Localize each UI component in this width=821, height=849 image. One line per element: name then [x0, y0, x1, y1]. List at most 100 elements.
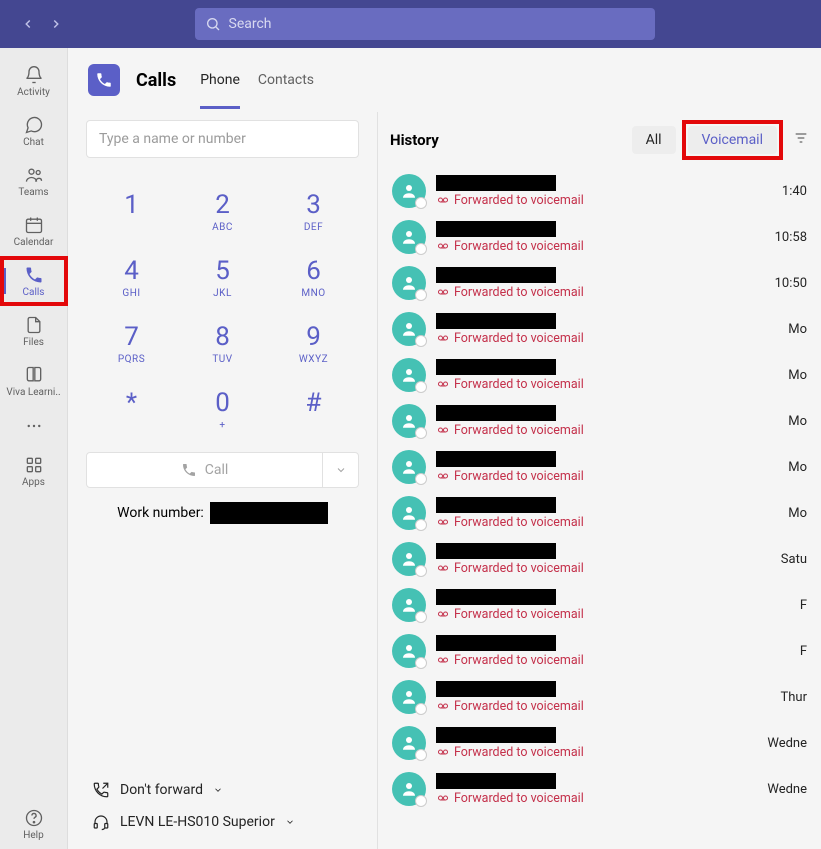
- page-title: Calls: [136, 70, 176, 91]
- call-time: 1:40: [782, 184, 807, 199]
- device-setting[interactable]: LEVN LE-HS010 Superior: [92, 813, 353, 831]
- call-dropdown[interactable]: [323, 452, 359, 488]
- dialpad-letters: [86, 420, 177, 432]
- search-input[interactable]: Search: [195, 8, 655, 40]
- work-number-redacted: [210, 502, 328, 524]
- nav-back-button[interactable]: [16, 12, 40, 36]
- filter-all[interactable]: All: [632, 126, 676, 154]
- dialpad-key-1[interactable]: 1: [86, 180, 177, 246]
- dialpad-key-4[interactable]: 4GHI: [86, 246, 177, 312]
- history-row[interactable]: Forwarded to voicemailThur: [390, 674, 821, 720]
- calls-app-icon: [88, 64, 120, 96]
- rail-label: Calendar: [14, 237, 54, 248]
- forward-status: Forwarded to voicemail: [436, 653, 800, 668]
- filter-button[interactable]: [793, 130, 809, 150]
- rail-chat[interactable]: Chat: [0, 106, 68, 156]
- voicemail-icon: [436, 562, 450, 574]
- history-row[interactable]: Forwarded to voicemailMo: [390, 398, 821, 444]
- call-time: Mo: [788, 506, 807, 521]
- dialpad-key-*[interactable]: *: [86, 378, 177, 444]
- history-title: History: [390, 131, 439, 149]
- tab-contacts[interactable]: Contacts: [258, 52, 314, 109]
- rail-apps[interactable]: Apps: [0, 446, 68, 496]
- history-row[interactable]: Forwarded to voicemail1:40: [390, 168, 821, 214]
- avatar: [392, 404, 426, 438]
- work-number-label: Work number:: [117, 505, 204, 521]
- rail-viva[interactable]: Viva Learni..: [0, 356, 68, 406]
- forward-status: Forwarded to voicemail: [436, 423, 788, 438]
- tab-phone[interactable]: Phone: [200, 52, 240, 109]
- rail-files[interactable]: Files: [0, 306, 68, 356]
- call-button[interactable]: Call: [86, 452, 323, 488]
- rail-calls[interactable]: Calls: [0, 256, 68, 306]
- voicemail-icon: [436, 378, 450, 390]
- dialpad-key-3[interactable]: 3DEF: [268, 180, 359, 246]
- voicemail-icon: [436, 654, 450, 666]
- filter-icon: [793, 130, 809, 146]
- dialpad-digit: 5: [177, 256, 268, 286]
- rail-help-label: Help: [23, 830, 43, 841]
- dialpad-digit: 4: [86, 256, 177, 286]
- presence-indicator: [415, 381, 427, 393]
- dialpad-letters: MNO: [268, 288, 359, 300]
- rail-label: Teams: [18, 187, 48, 198]
- dial-input[interactable]: Type a name or number: [86, 120, 359, 158]
- history-row[interactable]: Forwarded to voicemailMo: [390, 444, 821, 490]
- presence-indicator: [415, 243, 427, 255]
- dialpad-key-7[interactable]: 7PQRS: [86, 312, 177, 378]
- dialpad-key-9[interactable]: 9WXYZ: [268, 312, 359, 378]
- voicemail-icon: [436, 792, 450, 804]
- dialpad-key-5[interactable]: 5JKL: [177, 246, 268, 312]
- forward-status: Forwarded to voicemail: [436, 699, 781, 714]
- voicemail-icon: [436, 608, 450, 620]
- forward-status: Forwarded to voicemail: [436, 607, 800, 622]
- rail-label: Viva Learni..: [6, 387, 60, 398]
- caller-name-redacted: [436, 313, 556, 329]
- dialpad-letters: [86, 222, 177, 234]
- history-row[interactable]: Forwarded to voicemailWedne: [390, 766, 821, 812]
- history-row[interactable]: Forwarded to voicemailWedne: [390, 720, 821, 766]
- dialpad-letters: PQRS: [86, 354, 177, 366]
- dialpad-key-0[interactable]: 0+: [177, 378, 268, 444]
- voicemail-icon: [436, 240, 450, 252]
- caller-name-redacted: [436, 221, 556, 237]
- history-row[interactable]: Forwarded to voicemailF: [390, 582, 821, 628]
- dialpad-digit: *: [86, 388, 177, 418]
- history-row[interactable]: Forwarded to voicemail10:50: [390, 260, 821, 306]
- rail-calendar[interactable]: Calendar: [0, 206, 68, 256]
- presence-indicator: [415, 657, 427, 669]
- history-row[interactable]: Forwarded to voicemailMo: [390, 306, 821, 352]
- voicemail-icon: [436, 286, 450, 298]
- dialpad-key-#[interactable]: #: [268, 378, 359, 444]
- dialpad-key-8[interactable]: 8TUV: [177, 312, 268, 378]
- rail-help[interactable]: Help: [0, 799, 68, 849]
- history-row[interactable]: Forwarded to voicemailMo: [390, 352, 821, 398]
- forward-setting[interactable]: Don't forward: [92, 781, 353, 799]
- rail-more-button[interactable]: [0, 406, 68, 446]
- rail-label: Chat: [23, 137, 44, 148]
- presence-indicator: [415, 473, 427, 485]
- call-time: Mo: [788, 460, 807, 475]
- avatar: [392, 220, 426, 254]
- avatar: [392, 772, 426, 806]
- rail-label: Activity: [17, 87, 50, 98]
- search-icon: [205, 16, 221, 32]
- presence-indicator: [415, 519, 427, 531]
- nav-forward-button[interactable]: [44, 12, 68, 36]
- caller-name-redacted: [436, 589, 556, 605]
- call-button-label: Call: [205, 462, 229, 478]
- voicemail-icon: [436, 700, 450, 712]
- forward-status: Forwarded to voicemail: [436, 791, 767, 806]
- voicemail-icon: [436, 470, 450, 482]
- history-row[interactable]: Forwarded to voicemail10:58: [390, 214, 821, 260]
- forward-status: Forwarded to voicemail: [436, 285, 775, 300]
- rail-teams[interactable]: Teams: [0, 156, 68, 206]
- title-bar: Search: [0, 0, 821, 48]
- history-row[interactable]: Forwarded to voicemailMo: [390, 490, 821, 536]
- dialpad-key-6[interactable]: 6MNO: [268, 246, 359, 312]
- history-row[interactable]: Forwarded to voicemailF: [390, 628, 821, 674]
- rail-activity[interactable]: Activity: [0, 56, 68, 106]
- history-row[interactable]: Forwarded to voicemailSatu: [390, 536, 821, 582]
- filter-voicemail[interactable]: Voicemail: [688, 126, 777, 154]
- dialpad-key-2[interactable]: 2ABC: [177, 180, 268, 246]
